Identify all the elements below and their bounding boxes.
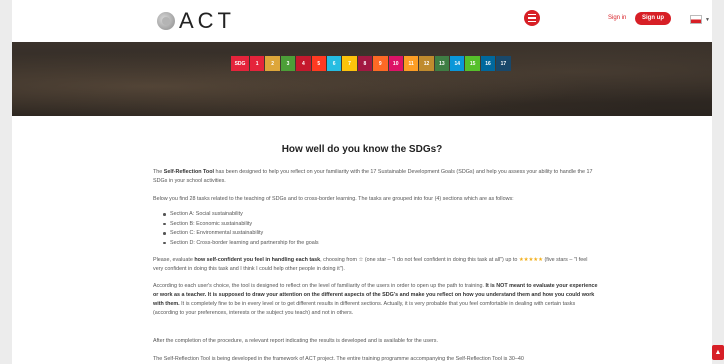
sdg-goal-9-icon: 9 xyxy=(373,56,388,71)
sdg-goal-3-icon: 3 xyxy=(280,56,296,71)
sdg-logo-icon: SDG xyxy=(231,56,249,71)
sdg-icons-strip: SDG 1 2 3 4 5 6 7 8 9 10 11 12 13 14 15 16 17 xyxy=(231,56,511,71)
sdg-goal-12-icon: 12 xyxy=(419,56,434,71)
tool-name: Self-Reflection Tool xyxy=(163,169,215,175)
evaluate-paragraph: Please, evaluate how self-confident you … xyxy=(153,256,598,274)
evaluate-scale-text: , choosing from ☆ (one star – "I do not … xyxy=(320,257,519,263)
sections-list: Section A: Social sustainability Section… xyxy=(162,210,319,248)
sdg-goal-5-icon: 5 xyxy=(311,56,326,71)
scroll-up-button[interactable]: ▲ xyxy=(712,345,724,360)
purpose-paragraph: According to each user's choice, the too… xyxy=(153,282,598,318)
language-selector[interactable]: ▼ xyxy=(690,15,710,24)
menu-icon-line xyxy=(528,20,536,23)
sdg-goal-10-icon: 10 xyxy=(388,56,403,71)
purpose-text: According to each user's choice, the too… xyxy=(153,283,486,289)
menu-button[interactable] xyxy=(524,10,540,26)
sdg-goal-8-icon: 8 xyxy=(357,56,373,71)
sdg-goal-17-icon: 17 xyxy=(496,56,511,71)
sdg-goal-11-icon: 11 xyxy=(403,56,419,71)
intro-paragraph: The Self-Reflection Tool has been design… xyxy=(153,169,593,184)
logo[interactable]: ACT xyxy=(157,7,235,35)
list-item: Section D: Cross-border learning and par… xyxy=(162,239,319,249)
report-paragraph: After the completion of the procedure, a… xyxy=(153,338,438,344)
page-title: How well do you know the SDGs? xyxy=(281,144,443,155)
sign-up-button[interactable]: Sign up xyxy=(635,12,671,25)
menu-icon-line xyxy=(528,13,536,16)
sdg-goal-6-icon: 6 xyxy=(326,56,342,71)
sdg-goal-2-icon: 2 xyxy=(265,56,280,71)
chevron-down-icon: ▼ xyxy=(705,16,710,23)
sdg-goal-4-icon: 4 xyxy=(296,56,311,71)
evaluate-text: Please, evaluate xyxy=(153,257,195,263)
tasks-paragraph: Below you find 28 tasks related to the t… xyxy=(153,196,514,202)
sdg-goal-16-icon: 16 xyxy=(480,56,496,71)
sdg-goal-13-icon: 13 xyxy=(434,56,450,71)
sdg-goal-1-icon: 1 xyxy=(250,56,265,71)
chevron-up-icon: ▲ xyxy=(714,349,722,356)
intro-text: has been designed to help you reflect on… xyxy=(153,169,593,184)
site-header: ACT Sign in Sign up ▼ xyxy=(12,0,712,42)
menu-icon-line xyxy=(528,17,536,19)
framework-paragraph: The Self-Reflection Tool is being develo… xyxy=(153,356,524,362)
purpose-text-end: It is completely fine to be in every lev… xyxy=(153,301,576,316)
sdg-goal-14-icon: 14 xyxy=(450,56,465,71)
five-stars-icon: ★★★★★ xyxy=(518,257,543,263)
evaluate-emphasis: how self-confident you feel in handling … xyxy=(194,257,321,263)
logo-text: ACT xyxy=(179,8,235,33)
flag-icon xyxy=(690,15,702,24)
sign-in-link[interactable]: Sign in xyxy=(608,15,626,21)
logo-icon xyxy=(157,12,175,30)
list-item: Section B: Economic sustainability xyxy=(162,220,319,230)
sdg-goal-7-icon: 7 xyxy=(342,56,357,71)
list-item: Section C: Environmental sustainability xyxy=(162,229,319,239)
sdg-goal-15-icon: 15 xyxy=(465,56,480,71)
main-content: How well do you know the SDGs? The Self-… xyxy=(12,116,712,364)
hero-banner: SDG 1 2 3 4 5 6 7 8 9 10 11 12 13 14 15 16 17 xyxy=(12,42,712,116)
list-item: Section A: Social sustainability xyxy=(162,210,319,220)
